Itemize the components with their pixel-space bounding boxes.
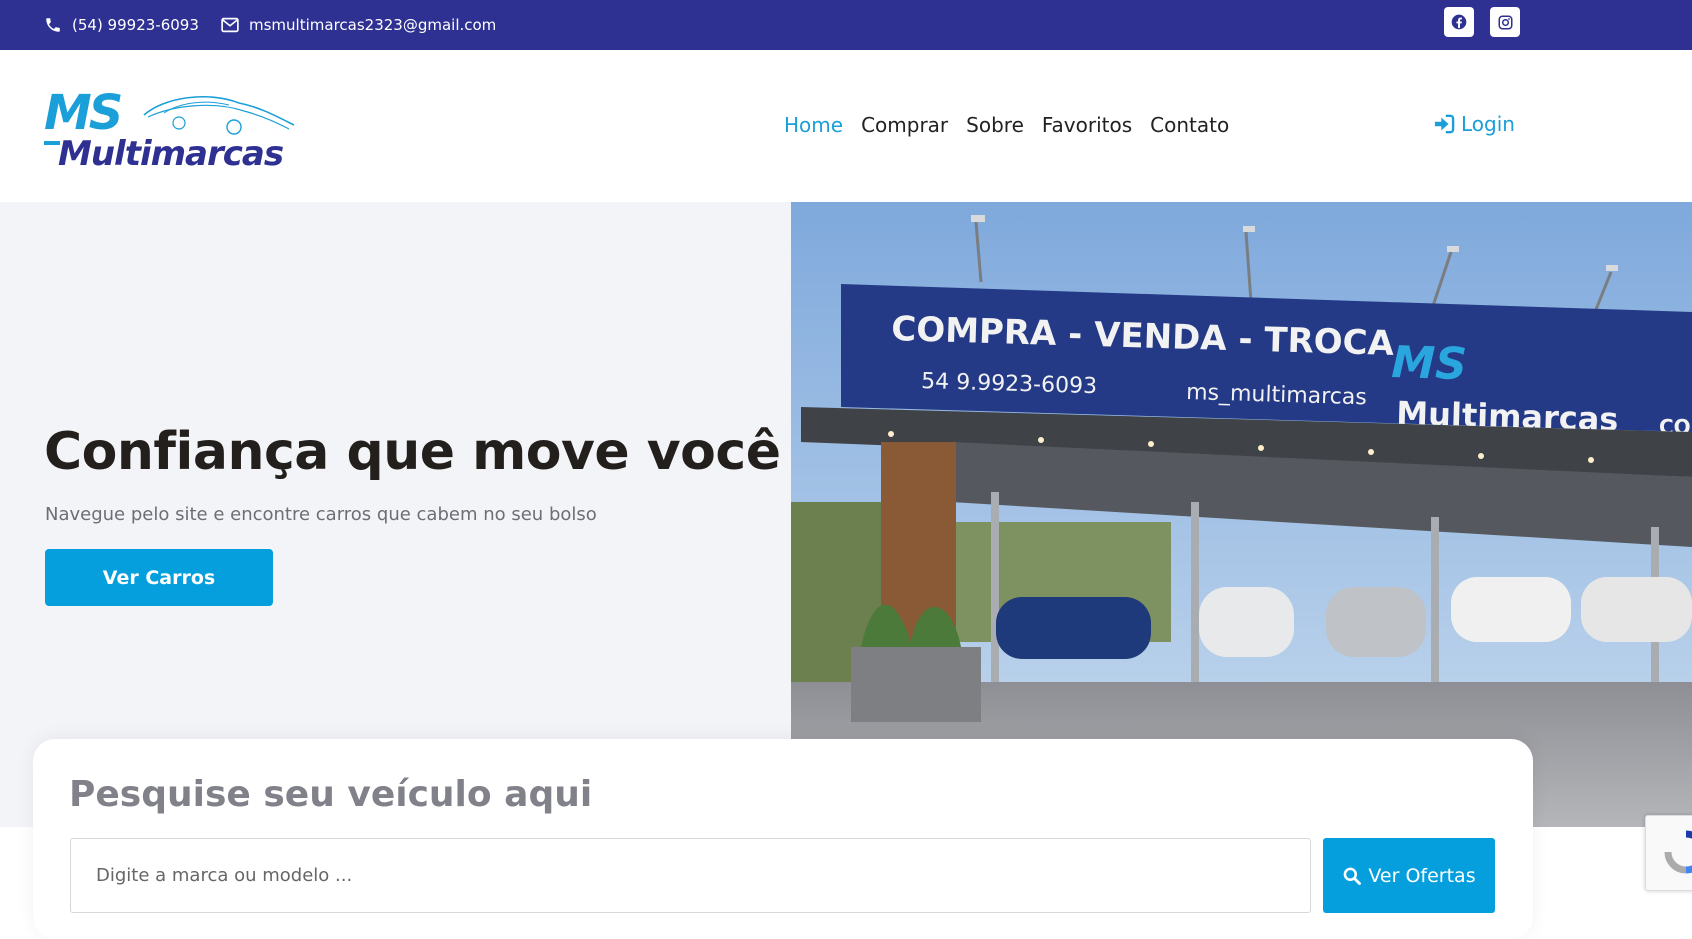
login-link[interactable]: Login bbox=[1433, 112, 1515, 136]
sign-brand-ms: MS bbox=[1391, 337, 1468, 390]
nav-favoritos[interactable]: Favoritos bbox=[1042, 113, 1132, 137]
sign-phone: 54 9.9923-6093 bbox=[921, 369, 1098, 399]
email-address: msmultimarcas2323@gmail.com bbox=[249, 16, 497, 34]
nav-home[interactable]: Home bbox=[784, 113, 843, 137]
hero-subtitle: Navegue pelo site e encontre carros que … bbox=[45, 504, 597, 525]
store-photo: COMPRA - VENDA - TROCA 54 9.9923-6093 ms… bbox=[791, 202, 1692, 827]
phone-icon bbox=[46, 18, 60, 32]
site-logo[interactable]: MS Multimarcas bbox=[44, 85, 299, 175]
nav-sobre[interactable]: Sobre bbox=[966, 113, 1024, 137]
email-contact[interactable]: msmultimarcas2323@gmail.com bbox=[221, 12, 496, 38]
nav-comprar[interactable]: Comprar bbox=[861, 113, 948, 137]
ver-ofertas-label: Ver Ofertas bbox=[1368, 864, 1476, 887]
main-nav: Home Comprar Sobre Favoritos Contato bbox=[784, 110, 1247, 140]
logo-ms: MS bbox=[44, 85, 121, 141]
recaptcha-icon bbox=[1664, 830, 1692, 874]
search-input[interactable] bbox=[70, 838, 1311, 913]
sign-instagram: ms_multimarcas bbox=[1186, 380, 1367, 410]
search-title: Pesquise seu veículo aqui bbox=[69, 774, 593, 815]
search-card: Pesquise seu veículo aqui Ver Ofertas bbox=[33, 739, 1533, 939]
facebook-link[interactable] bbox=[1444, 7, 1474, 37]
sign-in-icon bbox=[1434, 114, 1455, 134]
facebook-icon bbox=[1451, 14, 1467, 30]
instagram-icon bbox=[1498, 15, 1512, 29]
nav-contato[interactable]: Contato bbox=[1150, 113, 1229, 137]
login-label: Login bbox=[1461, 112, 1515, 136]
logo-multimarcas: Multimarcas bbox=[58, 134, 284, 174]
phone-contact[interactable]: (54) 99923-6093 bbox=[44, 12, 199, 38]
envelope-icon bbox=[221, 17, 239, 33]
top-bar: (54) 99923-6093 msmultimarcas2323@gmail.… bbox=[0, 0, 1692, 50]
site-header: MS Multimarcas Home Comprar Sobre Favori… bbox=[0, 50, 1692, 202]
ver-ofertas-button[interactable]: Ver Ofertas bbox=[1323, 838, 1495, 913]
recaptcha-badge[interactable] bbox=[1645, 815, 1692, 891]
hero-title: Confiança que move você bbox=[44, 422, 781, 482]
phone-number: (54) 99923-6093 bbox=[72, 16, 199, 34]
ver-carros-button[interactable]: Ver Carros bbox=[45, 549, 273, 606]
search-icon bbox=[1344, 867, 1362, 885]
instagram-link[interactable] bbox=[1490, 7, 1520, 37]
